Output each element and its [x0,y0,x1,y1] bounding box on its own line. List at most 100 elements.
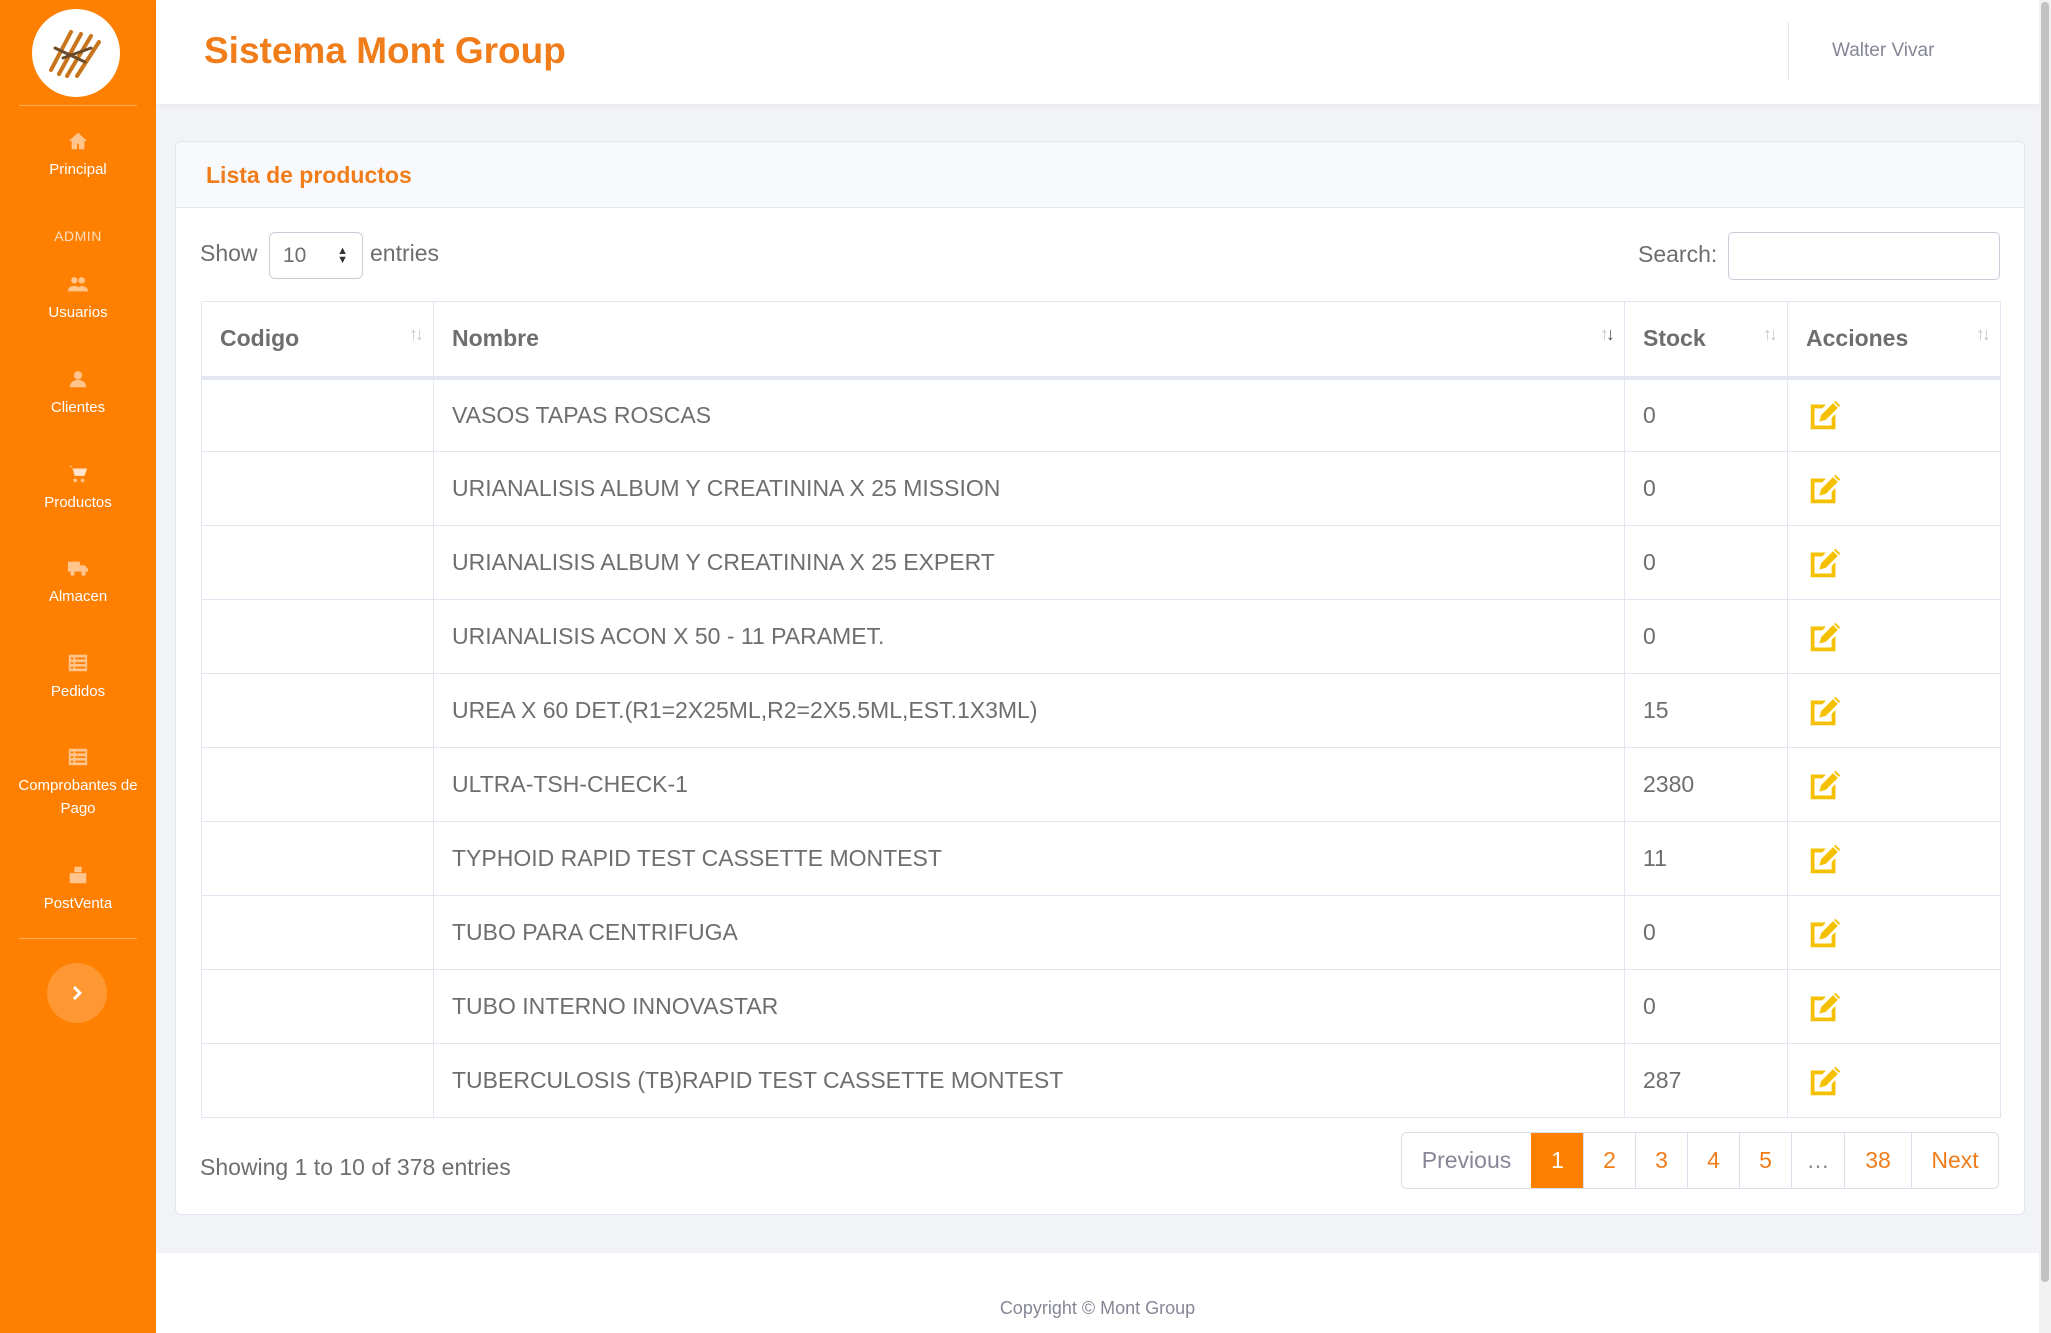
copyright-text: Copyright © Mont Group [999,1298,1196,1318]
search-input[interactable] [1728,232,2000,280]
truck-icon [0,557,156,583]
pagination: Previous 1 2 3 4 5 … 38 Next [1401,1132,1999,1189]
edit-button[interactable] [1806,396,2000,434]
sidebar-item-label: Pedidos [50,683,106,700]
pagination-next[interactable]: Next [1911,1133,1998,1188]
brand-logo[interactable] [32,9,120,97]
sidebar-item-comprobantes[interactable]: Comprobantes de Pago [0,746,156,820]
card-title: Lista de productos [206,162,412,188]
sidebar-divider [19,938,137,939]
column-header-stock[interactable]: Stock ↑↓ [1624,301,1788,380]
edit-button[interactable] [1806,544,2000,582]
edit-icon[interactable] [1806,988,1844,1026]
list-icon [0,746,156,772]
sidebar-item-almacen[interactable]: Almacen [0,557,156,608]
table-row: URIANALISIS ALBUM Y CREATININA X 25 MISS… [201,451,2001,526]
sidebar-toggle-button[interactable] [47,963,107,1023]
edit-button[interactable] [1806,840,2000,878]
users-icon [0,273,156,299]
cell-acciones [1787,821,2001,896]
cell-acciones [1787,895,2001,970]
cell-stock: 287 [1624,1043,1788,1118]
sidebar-heading-admin: ADMIN [54,228,102,244]
edit-button[interactable] [1806,1062,2000,1100]
table-row: TUBERCULOSIS (TB)RAPID TEST CASSETTE MON… [201,1043,2001,1118]
edit-button[interactable] [1806,470,2000,508]
column-header-nombre[interactable]: Nombre ↑↓ [433,301,1625,380]
cell-codigo [201,525,434,600]
cell-stock: 0 [1624,377,1788,452]
cell-stock: 0 [1624,599,1788,674]
sidebar-item-pedidos[interactable]: Pedidos [0,652,156,703]
cart-icon [0,463,156,489]
cell-stock: 0 [1624,895,1788,970]
cell-acciones [1787,451,2001,526]
scrollbar-thumb[interactable] [2041,2,2049,1282]
box-icon [0,864,156,890]
edit-icon[interactable] [1806,914,1844,952]
edit-icon[interactable] [1806,692,1844,730]
cell-codigo [201,1043,434,1118]
table-row: ULTRA-TSH-CHECK-1 2380 [201,747,2001,822]
pagination-page[interactable]: 1 [1531,1133,1583,1188]
user-name[interactable]: Walter Vivar [1832,40,1934,62]
app-title: Sistema Mont Group [204,30,566,71]
home-icon [0,130,156,156]
edit-button[interactable] [1806,914,2000,952]
pagination-page[interactable]: 3 [1635,1133,1687,1188]
table-row: TUBO INTERNO INNOVASTAR 0 [201,969,2001,1044]
page-size-select[interactable]: 10 ▲ ▼ [269,232,363,279]
edit-icon[interactable] [1806,470,1844,508]
cell-codigo [201,451,434,526]
chevron-right-icon [72,985,83,1001]
cell-acciones [1787,599,2001,674]
cell-nombre: URIANALISIS ACON X 50 - 11 PARAMET. [433,599,1625,674]
edit-icon[interactable] [1806,396,1844,434]
cell-nombre: URIANALISIS ALBUM Y CREATININA X 25 MISS… [433,451,1625,526]
pagination-page[interactable]: 5 [1739,1133,1791,1188]
pagination-previous[interactable]: Previous [1402,1133,1531,1188]
cell-stock: 11 [1624,821,1788,896]
page-scrollbar[interactable] [2039,0,2051,1333]
page-size-value: 10 [283,244,307,267]
edit-button[interactable] [1806,618,2000,656]
select-arrows-icon: ▲ ▼ [337,245,348,266]
cell-acciones [1787,1043,2001,1118]
column-header-acciones[interactable]: Acciones ↑↓ [1787,301,2001,380]
pagination-page[interactable]: 4 [1687,1133,1739,1188]
sidebar-item-principal[interactable]: Principal [0,130,156,181]
products-table: Codigo ↑↓ Nombre ↑↓ Stock ↑↓ Acciones ↑↓ VAS… [201,301,2001,1118]
edit-icon[interactable] [1806,618,1844,656]
sidebar-item-postventa[interactable]: PostVenta [0,864,156,915]
edit-icon[interactable] [1806,840,1844,878]
table-row: UREA X 60 DET.(R1=2X25ML,R2=2X5.5ML,EST.… [201,673,2001,748]
pagination-page[interactable]: 38 [1844,1133,1911,1188]
user-icon [0,368,156,394]
sidebar-item-label: Almacen [48,588,108,605]
column-header-codigo[interactable]: Codigo ↑↓ [201,301,434,380]
sort-icon: ↑↓ [409,324,424,344]
edit-icon[interactable] [1806,1062,1844,1100]
sidebar-item-clientes[interactable]: Clientes [0,368,156,419]
edit-icon[interactable] [1806,766,1844,804]
cell-nombre: TYPHOID RAPID TEST CASSETTE MONTEST [433,821,1625,896]
table-row: URIANALISIS ACON X 50 - 11 PARAMET. 0 [201,599,2001,674]
edit-button[interactable] [1806,766,2000,804]
cell-nombre: TUBERCULOSIS (TB)RAPID TEST CASSETTE MON… [433,1043,1625,1118]
search-label: Search: [1638,241,1718,267]
table-header-row: Codigo ↑↓ Nombre ↑↓ Stock ↑↓ Acciones ↑↓ [201,301,2001,380]
sidebar-item-productos[interactable]: Productos [0,463,156,514]
topbar: Sistema Mont Group Walter Vivar [156,0,2051,104]
sort-icon: ↑↓ [1976,324,1991,344]
entries-label: entries [370,240,440,266]
sidebar-item-label: Usuarios [48,304,108,321]
cell-acciones [1787,969,2001,1044]
edit-button[interactable] [1806,988,2000,1026]
pagination-page[interactable]: 2 [1583,1133,1635,1188]
table-info: Showing 1 to 10 of 378 entries [200,1154,511,1180]
edit-button[interactable] [1806,692,2000,730]
table-row: TYPHOID RAPID TEST CASSETTE MONTEST 11 [201,821,2001,896]
sidebar-item-usuarios[interactable]: Usuarios [0,273,156,324]
edit-icon[interactable] [1806,544,1844,582]
sort-desc-icon: ↑↓ [1600,324,1615,344]
